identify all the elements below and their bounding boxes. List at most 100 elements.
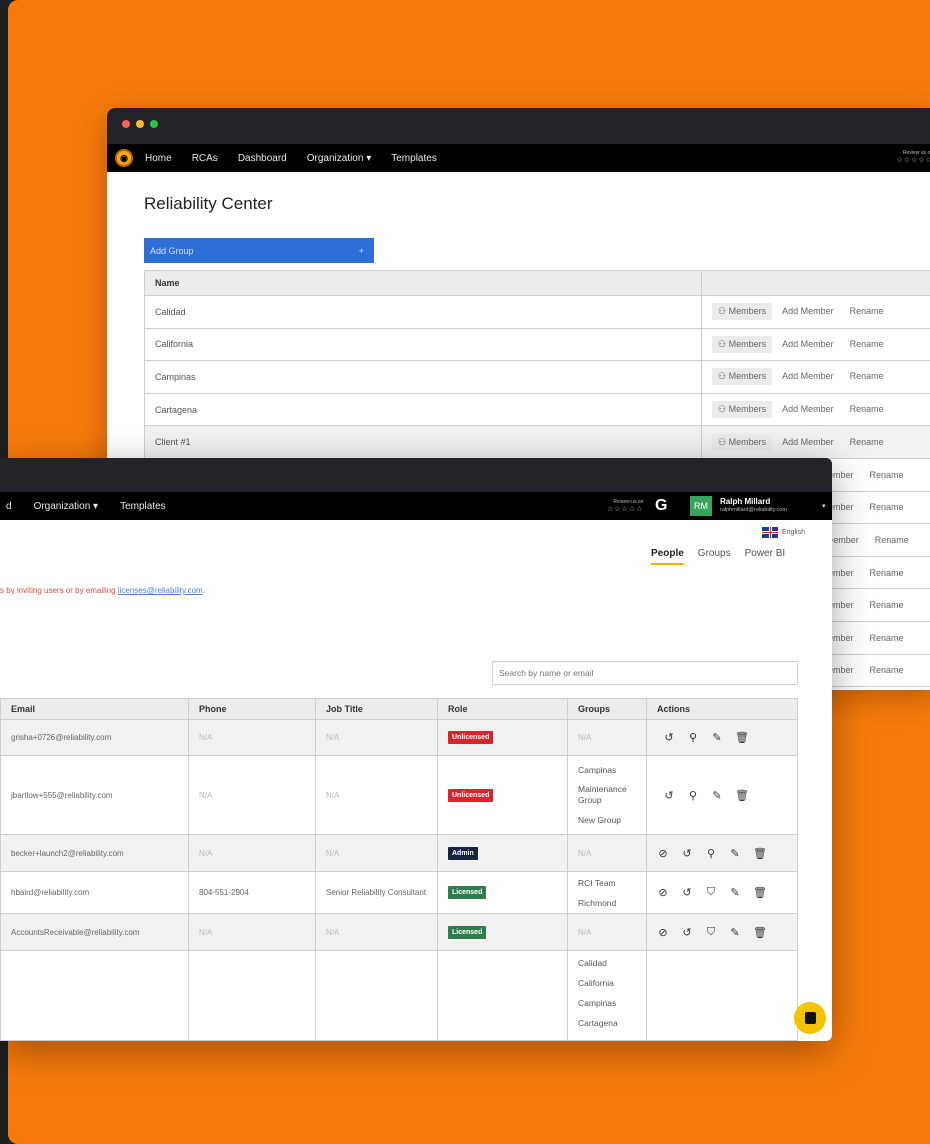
reset-password-icon[interactable]: ↺	[681, 886, 693, 899]
nav-dashboard[interactable]: Dashboard	[238, 153, 287, 164]
email-cell: becker+launch2@reliability.com	[0, 834, 189, 872]
table-row: Cartagena ⚇ Members Add Member Rename	[144, 392, 930, 427]
actions-cell: ↺ ⚲ ✎ 🗑	[646, 755, 798, 835]
rename-button[interactable]: Rename	[844, 404, 890, 414]
edit-icon[interactable]: ✎	[729, 847, 741, 860]
actions-cell: ↺ ⚲ ✎ 🗑	[646, 719, 798, 756]
table-row: AccountsReceivable@reliability.com N/A N…	[0, 913, 798, 951]
chat-launcher-button[interactable]	[794, 1002, 826, 1034]
user-menu-caret-icon[interactable]: ▾	[822, 502, 826, 510]
members-button[interactable]: ⚇ Members	[712, 401, 773, 419]
table-row: Campinas ⚇ Members Add Member Rename	[144, 360, 930, 394]
user-icon[interactable]: ⚲	[705, 847, 717, 860]
rename-button[interactable]: Rename	[844, 306, 890, 316]
block-icon[interactable]: ⊘	[657, 886, 669, 899]
nav-templates[interactable]: Templates	[391, 153, 437, 164]
members-button[interactable]: ⚇ Members	[712, 368, 773, 386]
maximize-dot[interactable]	[150, 120, 158, 128]
add-group-button[interactable]: Add Group +	[144, 238, 374, 263]
add-member-button[interactable]: Add Member	[776, 404, 840, 414]
minimize-dot[interactable]	[136, 120, 144, 128]
avatar[interactable]: RM	[690, 496, 712, 516]
tab-power-bi[interactable]: Power BI	[745, 548, 786, 565]
reset-password-icon[interactable]: ↺	[681, 847, 693, 860]
user-name[interactable]: Ralph Millard	[720, 497, 770, 506]
members-button[interactable]: ⚇ Members	[712, 433, 773, 451]
phone-cell: N/A	[188, 755, 316, 835]
edit-icon[interactable]: ✎	[729, 886, 741, 899]
rename-button[interactable]: Rename	[869, 535, 915, 545]
nav-templates[interactable]: Templates	[120, 501, 166, 512]
table-row: Calidad California Campinas Cartagena	[0, 950, 798, 1041]
delete-icon[interactable]: 🗑	[735, 731, 749, 744]
license-icon[interactable]: ⛉	[705, 926, 717, 939]
nav-home[interactable]: Home	[145, 153, 172, 164]
rename-button[interactable]: Rename	[844, 339, 890, 349]
table-row: Calidad ⚇ Members Add Member Rename	[144, 295, 930, 329]
column-header-email: Email	[0, 698, 189, 720]
tab-people[interactable]: People	[651, 548, 684, 565]
job-title-cell: Senior Reliability Consultant	[315, 871, 438, 914]
search-input[interactable]	[492, 661, 798, 685]
rename-button[interactable]: Rename	[864, 568, 910, 578]
invite-user-icon[interactable]: ⚲	[687, 731, 699, 744]
reset-password-icon[interactable]: ↺	[663, 731, 675, 744]
add-member-button[interactable]: Add Member	[776, 437, 840, 447]
add-member-button[interactable]: Add Member	[776, 371, 840, 381]
delete-icon[interactable]: 🗑	[753, 886, 767, 899]
job-title-cell: N/A	[315, 913, 438, 951]
invite-user-icon[interactable]: ⚲	[687, 789, 699, 802]
review-badge[interactable]: Review us on ☆☆☆☆☆	[607, 498, 643, 514]
role-badge: Licensed	[448, 886, 487, 899]
column-header-role: Role	[437, 698, 568, 720]
rename-button[interactable]: Rename	[864, 600, 910, 610]
nav-organization[interactable]: Organization ▾	[34, 501, 99, 512]
rename-button[interactable]: Rename	[864, 665, 910, 675]
members-button[interactable]: ⚇ Members	[712, 303, 773, 321]
license-notice: s by inviting users or by emailing licen…	[0, 586, 205, 595]
rename-button[interactable]: Rename	[864, 470, 910, 480]
nav-organization[interactable]: Organization ▾	[307, 153, 372, 164]
rename-button[interactable]: Rename	[864, 633, 910, 643]
phone-cell: N/A	[188, 913, 316, 951]
people-icon: ⚇	[718, 404, 727, 415]
close-dot[interactable]	[122, 120, 130, 128]
rename-button[interactable]: Rename	[844, 437, 890, 447]
reset-password-icon[interactable]: ↺	[663, 789, 675, 802]
app-logo-icon[interactable]: ◉	[115, 149, 133, 167]
reset-password-icon[interactable]: ↺	[681, 926, 693, 939]
rename-button[interactable]: Rename	[864, 502, 910, 512]
block-icon[interactable]: ⊘	[657, 847, 669, 860]
nav-rcas[interactable]: RCAs	[192, 153, 218, 164]
licenses-email-link[interactable]: licenses@reliability.com	[118, 586, 203, 595]
role-cell: Unlicensed	[437, 719, 568, 756]
delete-icon[interactable]: 🗑	[753, 847, 767, 860]
license-icon[interactable]: ⛉	[705, 886, 717, 899]
group-name: Calidad	[578, 958, 607, 968]
group-name: RCI Team	[578, 877, 616, 888]
rating-stars-icon: ☆☆☆☆☆	[607, 506, 644, 513]
edit-icon[interactable]: ✎	[711, 789, 723, 802]
table-row: becker+launch2@reliability.com N/A N/A A…	[0, 834, 798, 872]
add-member-button[interactable]: Add Member	[776, 339, 840, 349]
tab-groups[interactable]: Groups	[698, 548, 731, 565]
rename-button[interactable]: Rename	[844, 371, 890, 381]
delete-icon[interactable]: 🗑	[735, 789, 749, 802]
edit-icon[interactable]: ✎	[711, 731, 723, 744]
phone-cell: N/A	[188, 834, 316, 872]
email-cell: hbaird@reliability.com	[0, 871, 189, 914]
members-button[interactable]: ⚇ Members	[712, 335, 773, 353]
nav-dashboard-partial[interactable]: d	[6, 501, 12, 512]
g2-logo-icon[interactable]: G	[655, 496, 675, 516]
table-row: grisha+0726@reliability.com N/A N/A Unli…	[0, 719, 798, 756]
add-member-button[interactable]: Add Member	[776, 306, 840, 316]
language-selector[interactable]: English	[762, 527, 805, 538]
edit-icon[interactable]: ✎	[729, 926, 741, 939]
group-name: Calidad	[144, 295, 702, 329]
table-row: California ⚇ Members Add Member Rename	[144, 327, 930, 362]
people-icon: ⚇	[718, 306, 727, 317]
review-badge[interactable]: Review us on ☆☆☆☆☆	[897, 149, 930, 165]
phone-cell: 804-551-2904	[188, 871, 316, 914]
delete-icon[interactable]: 🗑	[753, 926, 767, 939]
block-icon[interactable]: ⊘	[657, 926, 669, 939]
